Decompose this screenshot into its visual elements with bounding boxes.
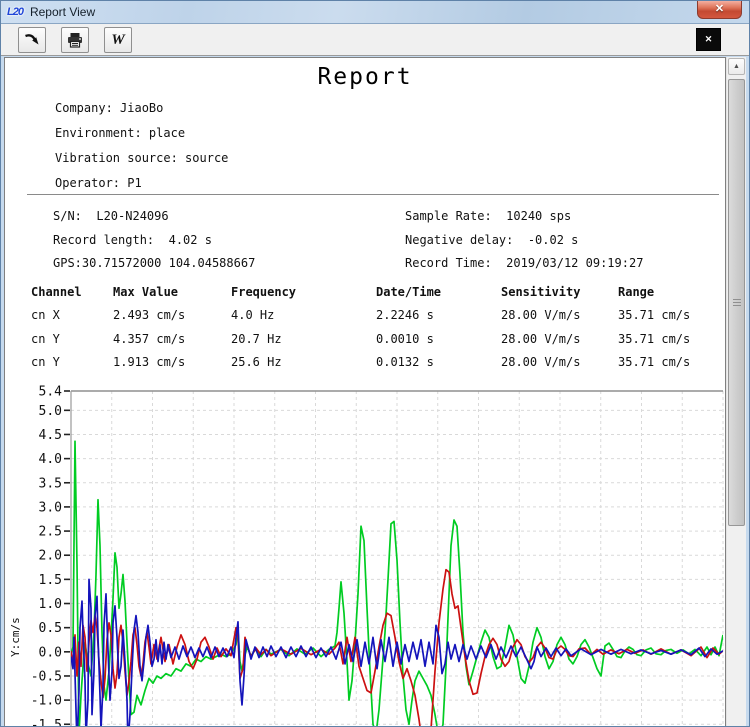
export-button[interactable] (18, 27, 46, 53)
window-close-button[interactable]: ✕ (697, 1, 742, 19)
window-frame-edge (746, 57, 749, 726)
table-cell: 28.00 V/m/s (501, 308, 581, 323)
y-axis-label: Y:cm/s (9, 617, 22, 657)
scrollbar-up-button[interactable]: ▲ (728, 58, 745, 75)
y-tick-label: -0.5 (31, 669, 62, 684)
y-tick-label: -1.0 (31, 694, 62, 709)
table-header-cell: Frequency (231, 284, 297, 299)
word-icon: W (111, 31, 125, 48)
y-tick-label: 4.5 (39, 428, 62, 443)
report-title: Report (317, 64, 413, 90)
detail-line: Record length: 4.02 s (53, 232, 212, 247)
detail-line: Sample Rate: 10240 sps (405, 209, 572, 223)
y-tick-label: 5.0 (39, 404, 62, 419)
y-tick-label: 5.4 (39, 385, 63, 400)
window-title: Report View (29, 5, 96, 19)
y-tick-label: 0.5 (39, 621, 62, 636)
detail-line: Record Time: 2019/03/12 09:19:27 (405, 256, 644, 270)
detail-line: Negative delay: -0.02 s (405, 232, 579, 247)
y-tick-label: -1.5 (31, 718, 62, 726)
table-header-cell: Date/Time (376, 284, 442, 299)
content-area: Report Company: JiaoBo Environment: place… (1, 57, 749, 726)
table-cell: 2.2246 s (376, 308, 434, 323)
y-tick-label: 3.5 (39, 476, 62, 491)
title-bar[interactable]: L20 Report View ✕ (1, 1, 749, 24)
word-export-button[interactable]: W (104, 27, 132, 53)
table-cell: 35.71 cm/s (618, 355, 691, 370)
vertical-scrollbar[interactable]: ▲ (726, 57, 746, 726)
y-tick-label: 4.0 (39, 452, 62, 467)
table-cell: 28.00 V/m/s (501, 331, 581, 346)
info-line: Vibration source: source (55, 151, 229, 165)
detail-line: S/N: L20-N24096 (53, 209, 169, 223)
table-header-cell: Channel (31, 284, 82, 299)
y-tick-label: 2.0 (39, 549, 62, 564)
table-cell: 4.0 Hz (231, 308, 275, 323)
y-tick-label: 0.0 (39, 645, 62, 660)
report-close-button[interactable]: ✕ (696, 28, 721, 51)
curved-arrow-icon (23, 31, 41, 49)
table-cell: 0.0132 s (376, 355, 434, 370)
report-view-window: L20 Report View ✕ W ✕ Report Company: Ji… (0, 0, 750, 727)
print-button[interactable] (61, 27, 89, 53)
details-right-column: Sample Rate: 10240 sps Negative delay: -0… (405, 205, 643, 276)
y-tick-label: 3.0 (39, 500, 62, 515)
report-page: Report Company: JiaoBo Environment: place… (4, 57, 726, 726)
scrollbar-thumb[interactable] (728, 79, 745, 526)
table-cell: 0.0010 s (376, 331, 434, 346)
table-header-cell: Sensitivity (501, 284, 581, 299)
chart-wrap: 5.4 5.0 4.5 4.0 3.5 3.0 2.5 2.0 1.5 1.0 0.5 0.0 -0.5… (5, 382, 725, 726)
table-cell: 20.7 Hz (231, 331, 282, 346)
y-tick-label: 1.5 (39, 573, 62, 588)
separator-line (27, 194, 719, 195)
info-line: Company: JiaoBo (55, 101, 164, 115)
table-cell: 35.71 cm/s (618, 331, 691, 346)
table-cell: cn X (31, 308, 60, 323)
app-icon: L20 (7, 6, 24, 18)
y-tick-label: 1.0 (39, 597, 62, 612)
info-line: Operator: P1 (55, 176, 142, 190)
table-cell: cn Y (31, 331, 60, 346)
table-cell: 1.913 cm/s (113, 355, 186, 370)
vibration-chart: 5.4 5.0 4.5 4.0 3.5 3.0 2.5 2.0 1.5 1.0 0.5 0.0 -0.5… (9, 385, 724, 726)
table-header-cell: Max Value (113, 284, 179, 299)
table-row: cn X 2.493 cm/s 4.0 Hz 2.2246 s 28.00 V/m/s 3… (31, 304, 717, 328)
details-left-column: S/N: L20-N24096 Record length: 4.02 s GPS:… (53, 205, 255, 276)
table-cell: 35.71 cm/s (618, 308, 691, 323)
scrollbar-grip (732, 298, 741, 307)
y-tick-label: 2.5 (39, 525, 62, 540)
table-cell: 4.357 cm/s (113, 331, 186, 346)
info-line: Environment: place (55, 126, 186, 140)
toolbar: W ✕ (1, 24, 749, 56)
report-info-block: Company: JiaoBo Environment: place Vibrati… (55, 96, 228, 196)
table-cell: 28.00 V/m/s (501, 355, 581, 370)
table-cell: cn Y (31, 355, 60, 370)
table-cell: 2.493 cm/s (113, 308, 186, 323)
channel-table: Channel Max Value Frequency Date/Time Sensit… (31, 280, 717, 374)
printer-icon (66, 31, 84, 49)
table-header-row: Channel Max Value Frequency Date/Time Sensit… (31, 280, 717, 304)
table-header-cell: Range (618, 284, 655, 299)
table-row: cn Y 4.357 cm/s 20.7 Hz 0.0010 s 28.00 V/m/s… (31, 327, 717, 351)
table-row: cn Y 1.913 cm/s 25.6 Hz 0.0132 s 28.00 V/m/s… (31, 351, 717, 375)
table-cell: 25.6 Hz (231, 355, 282, 370)
detail-line: GPS:30.71572000 104.04588667 (53, 256, 256, 270)
